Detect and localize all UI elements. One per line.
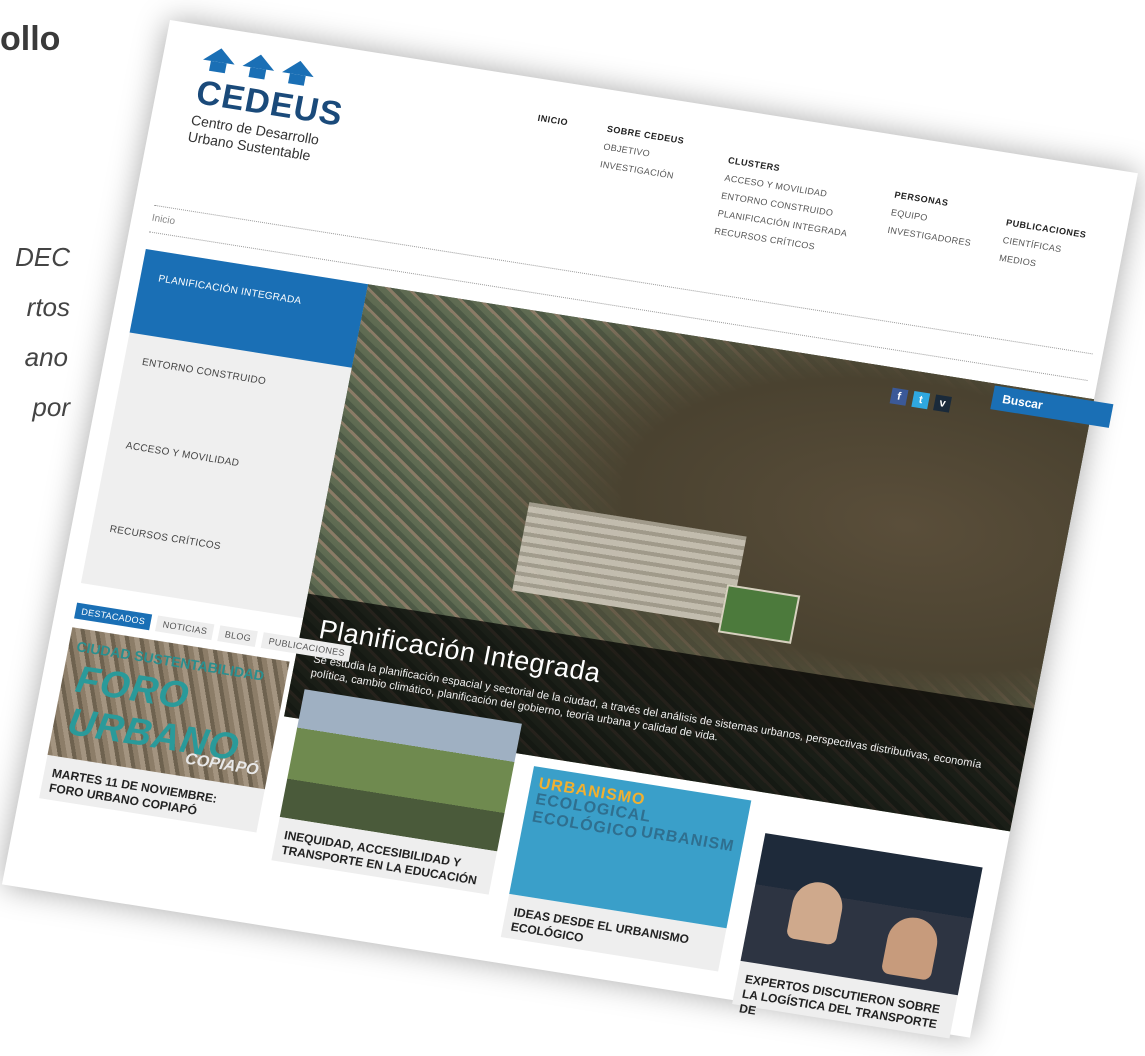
website-screenshot: CEDEUS Centro de Desarrollo Urbano Suste… bbox=[1, 20, 1138, 1039]
tab-destacados[interactable]: DESTACADOS bbox=[74, 602, 153, 631]
slide-text-fragment: por bbox=[32, 392, 70, 422]
aerial-photo-field bbox=[717, 584, 801, 644]
social-links: f t v bbox=[889, 387, 952, 413]
slide-text-fragment: ano bbox=[24, 342, 68, 372]
tab-blog[interactable]: BLOG bbox=[217, 625, 259, 648]
main-nav: INICIO SOBRE CEDEUS OBJETIVO INVESTIGACI… bbox=[513, 109, 1132, 340]
news-card[interactable]: CIUDAD SUSTENTABILIDAD FORO URBANO COPIA… bbox=[39, 627, 290, 833]
news-card[interactable]: INEQUIDAD, ACCESIBILIDAD Y TRANSPORTE EN… bbox=[271, 689, 522, 895]
facebook-icon[interactable]: f bbox=[889, 387, 909, 406]
vimeo-icon[interactable]: v bbox=[933, 394, 952, 413]
nav-inicio[interactable]: INICIO bbox=[536, 109, 570, 131]
news-card[interactable]: EXPERTOS DISCUTIERON SOBRE LA LOGÍSTICA … bbox=[732, 833, 983, 1039]
tab-noticias[interactable]: NOTICIAS bbox=[155, 615, 215, 641]
aerial-photo-campus bbox=[512, 502, 747, 625]
breadcrumb[interactable]: Inicio bbox=[151, 213, 176, 227]
slide-title-fragment: ollo bbox=[0, 20, 61, 58]
news-card[interactable]: URBANISMO ECOLOGICAL ECOLÓGICO URBANISM … bbox=[500, 766, 752, 972]
slide-text-fragment: DEC bbox=[15, 242, 70, 272]
slide-text-fragment: rtos bbox=[26, 292, 70, 322]
cedeus-logo[interactable]: CEDEUS Centro de Desarrollo Urbano Suste… bbox=[186, 46, 403, 176]
twitter-icon[interactable]: t bbox=[911, 391, 931, 410]
